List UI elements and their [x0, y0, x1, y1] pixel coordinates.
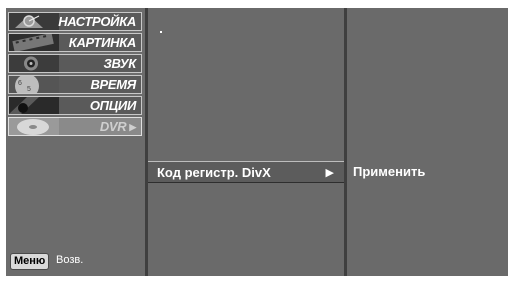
- clock-icon: 65: [9, 76, 59, 93]
- menu-item-time[interactable]: 65 ВРЕМЯ: [8, 75, 142, 94]
- menu-item-label: DVR ▶: [99, 119, 136, 134]
- chevron-right-icon: ▶: [325, 167, 334, 179]
- disc-icon: [9, 118, 59, 135]
- detail-panel: [347, 8, 508, 276]
- svg-text:6: 6: [18, 80, 22, 87]
- special-options-icon: [9, 97, 59, 114]
- film-strip-icon: [9, 34, 59, 51]
- decorative-dot: [160, 31, 162, 33]
- menu-item-label: ОПЦИИ: [89, 98, 136, 113]
- menu-item-label: ЗВУК: [103, 56, 136, 71]
- apply-button[interactable]: Применить: [353, 164, 425, 179]
- speaker-icon: [9, 55, 59, 72]
- submenu-panel: [148, 8, 344, 276]
- menu-item-picture[interactable]: КАРТИНКА: [8, 33, 142, 52]
- menu-item-label: НАСТРОЙКА: [58, 14, 136, 29]
- submenu-item-label: Код регистр. DivX: [157, 165, 271, 180]
- menu-item-sound[interactable]: ЗВУК: [8, 54, 142, 73]
- menu-item-label: ВРЕМЯ: [90, 77, 136, 92]
- menu-item-setup[interactable]: НАСТРОЙКА: [8, 12, 142, 31]
- menu-item-label: КАРТИНКА: [68, 35, 137, 50]
- svg-text:5: 5: [27, 86, 31, 93]
- back-label: Возв.: [56, 254, 84, 266]
- menu-key-button[interactable]: Меню: [10, 253, 50, 270]
- menu-item-options[interactable]: ОПЦИИ: [8, 96, 142, 115]
- submenu-item-divx-registration[interactable]: Код регистр. DivX ▶: [148, 161, 344, 183]
- menu-item-dvr[interactable]: DVR ▶: [8, 117, 142, 136]
- satellite-dish-icon: [9, 13, 59, 30]
- chevron-right-icon: ▶: [129, 122, 136, 132]
